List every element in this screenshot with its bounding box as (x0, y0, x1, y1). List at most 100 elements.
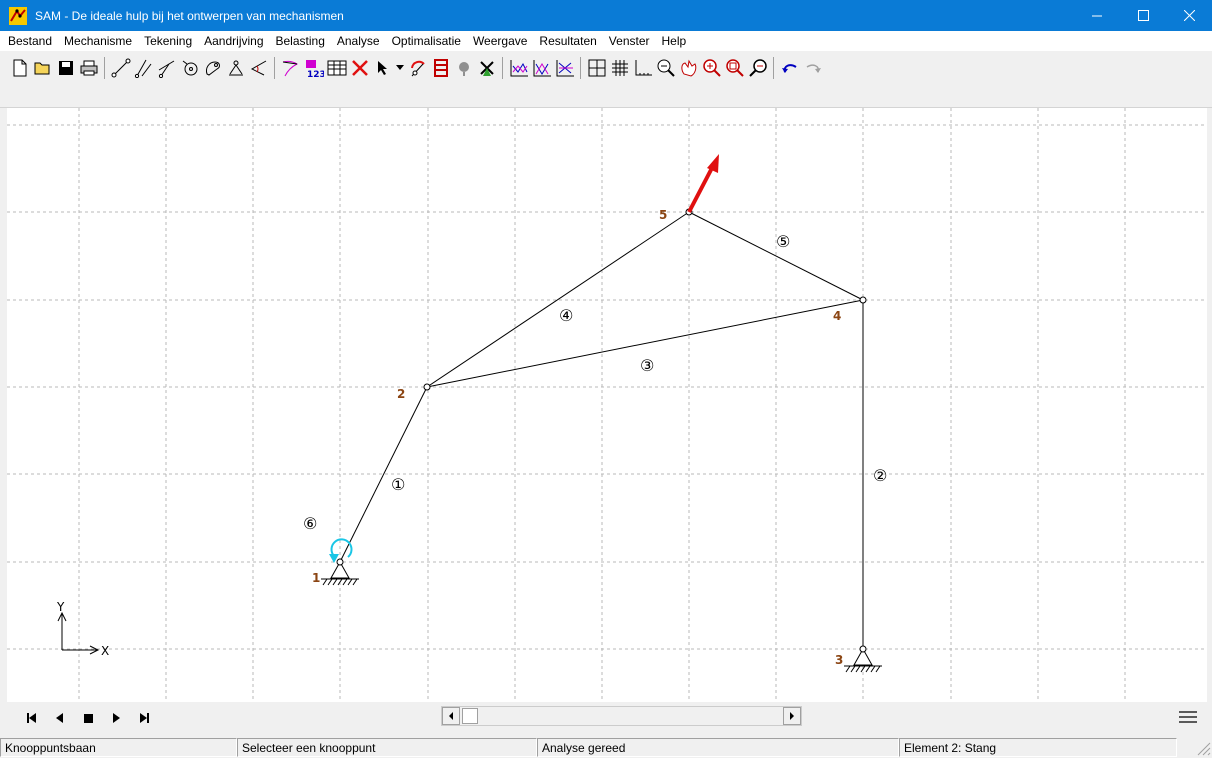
zoom-window-icon (725, 59, 744, 77)
redo-button[interactable] (801, 56, 824, 80)
angle-button[interactable] (247, 56, 270, 80)
scroll-right-button[interactable] (783, 707, 801, 725)
table-button[interactable] (325, 56, 348, 80)
load-arrow[interactable] (687, 154, 719, 213)
node-1[interactable] (336, 558, 344, 566)
grid-button[interactable] (608, 56, 631, 80)
drawing-canvas[interactable]: 1 2 3 4 5 ① ② ③ ④ ⑤ ⑥ Y X (7, 108, 1207, 702)
zoom-window-button[interactable] (723, 56, 746, 80)
graph-3-icon (556, 60, 574, 77)
dropdown-icon (396, 65, 404, 70)
open-folder-icon (34, 62, 49, 75)
node-4[interactable] (859, 296, 867, 304)
menu-bestand[interactable]: Bestand (2, 31, 58, 51)
pointer-dropdown-button[interactable] (394, 56, 406, 80)
grid-toggle-button[interactable] (585, 56, 608, 80)
menu-resultaten[interactable]: Resultaten (533, 31, 602, 51)
new-file-button[interactable] (8, 56, 31, 80)
node-2[interactable] (423, 383, 431, 391)
print-button[interactable] (77, 56, 100, 80)
menu-tekening[interactable]: Tekening (138, 31, 198, 51)
zoom-fit-icon (748, 59, 767, 77)
numbering-button[interactable]: 123 (302, 56, 325, 80)
first-frame-button[interactable] (18, 706, 46, 730)
gear-icon (182, 60, 197, 76)
graph-3-button[interactable] (553, 56, 576, 80)
minimize-button[interactable] (1074, 0, 1120, 31)
windmill-icon (479, 61, 494, 76)
last-frame-icon (140, 713, 149, 723)
menu-venster[interactable]: Venster (603, 31, 656, 51)
pointer-icon (377, 61, 387, 75)
menu-help[interactable]: Help (656, 31, 693, 51)
delete-button[interactable] (348, 56, 371, 80)
node-label-3: 3 (835, 653, 843, 667)
element-5-link[interactable] (688, 211, 864, 301)
save-button[interactable] (54, 56, 77, 80)
curve-button[interactable] (279, 56, 302, 80)
prev-frame-button[interactable] (46, 706, 74, 730)
element-label-1: ① (391, 475, 405, 494)
close-icon (1183, 10, 1195, 21)
gear-button[interactable] (178, 56, 201, 80)
zoom-out-button[interactable] (654, 56, 677, 80)
axes-button[interactable] (631, 56, 654, 80)
slider-element-icon (134, 59, 151, 78)
element-label-3: ③ (640, 356, 654, 375)
zoom-in-icon (702, 59, 721, 77)
status-mode: Knooppuntsbaan (0, 738, 237, 757)
mechanism-drawing[interactable]: 1 2 3 4 5 ① ② ③ ④ ⑤ ⑥ Y X (7, 108, 1207, 702)
last-frame-button[interactable] (130, 706, 158, 730)
menu-aandrijving[interactable]: Aandrijving (198, 31, 269, 51)
x-axis-label: X (101, 644, 109, 658)
close-button[interactable] (1166, 0, 1212, 31)
pan-button[interactable] (677, 56, 700, 80)
scroll-left-icon (449, 712, 453, 720)
cam-button[interactable] (201, 56, 224, 80)
mass-button[interactable] (452, 56, 475, 80)
open-button[interactable] (31, 56, 54, 80)
menu-weergave[interactable]: Weergave (467, 31, 533, 51)
zoom-in-button[interactable] (700, 56, 723, 80)
load-button[interactable] (429, 56, 452, 80)
stop-button[interactable] (74, 706, 102, 730)
zoom-fit-button[interactable] (746, 56, 769, 80)
sam-app-icon[interactable] (9, 6, 27, 25)
node-3[interactable] (859, 645, 867, 653)
svg-text:123: 123 (307, 70, 324, 78)
maximize-button[interactable] (1120, 0, 1166, 31)
graph-1-icon (510, 60, 528, 77)
windmill-button[interactable] (475, 56, 498, 80)
menu-mechanisme[interactable]: Mechanisme (58, 31, 138, 51)
window-title: SAM - De ideale hulp bij het ontwerpen v… (35, 8, 344, 23)
pointer-button[interactable] (371, 56, 394, 80)
menu-belasting[interactable]: Belasting (270, 31, 331, 51)
axes-icon (635, 60, 652, 76)
element-1-link[interactable] (339, 386, 428, 563)
resize-grip-icon[interactable] (1194, 739, 1212, 757)
numbering-icon: 123 (305, 60, 324, 78)
undo-button[interactable] (778, 56, 801, 80)
toolbar-separator (104, 57, 105, 79)
slider-element-button[interactable] (132, 56, 155, 80)
cam-icon (205, 61, 220, 76)
scroll-left-button[interactable] (442, 707, 460, 725)
prev-frame-icon (56, 713, 63, 723)
maximize-icon (1137, 10, 1149, 21)
next-frame-button[interactable] (102, 706, 130, 730)
menu-optimalisatie[interactable]: Optimalisatie (386, 31, 467, 51)
beam-element-button[interactable] (109, 56, 132, 80)
status-analysis: Analyse gereed (537, 738, 899, 757)
status-bar: Knooppuntsbaan Selecteer een knooppunt A… (0, 737, 1212, 758)
horizontal-scrollbar[interactable] (441, 706, 802, 726)
options-menu-button[interactable] (1176, 708, 1200, 726)
scroll-thumb[interactable] (462, 708, 478, 724)
pin-slider-button[interactable] (155, 56, 178, 80)
spring-button[interactable] (224, 56, 247, 80)
graph-1-button[interactable] (507, 56, 530, 80)
menu-analyse[interactable]: Analyse (331, 31, 386, 51)
drive-button[interactable] (406, 56, 429, 80)
beam-element-icon (111, 58, 130, 78)
curve-icon (282, 60, 298, 77)
graph-2-button[interactable] (530, 56, 553, 80)
